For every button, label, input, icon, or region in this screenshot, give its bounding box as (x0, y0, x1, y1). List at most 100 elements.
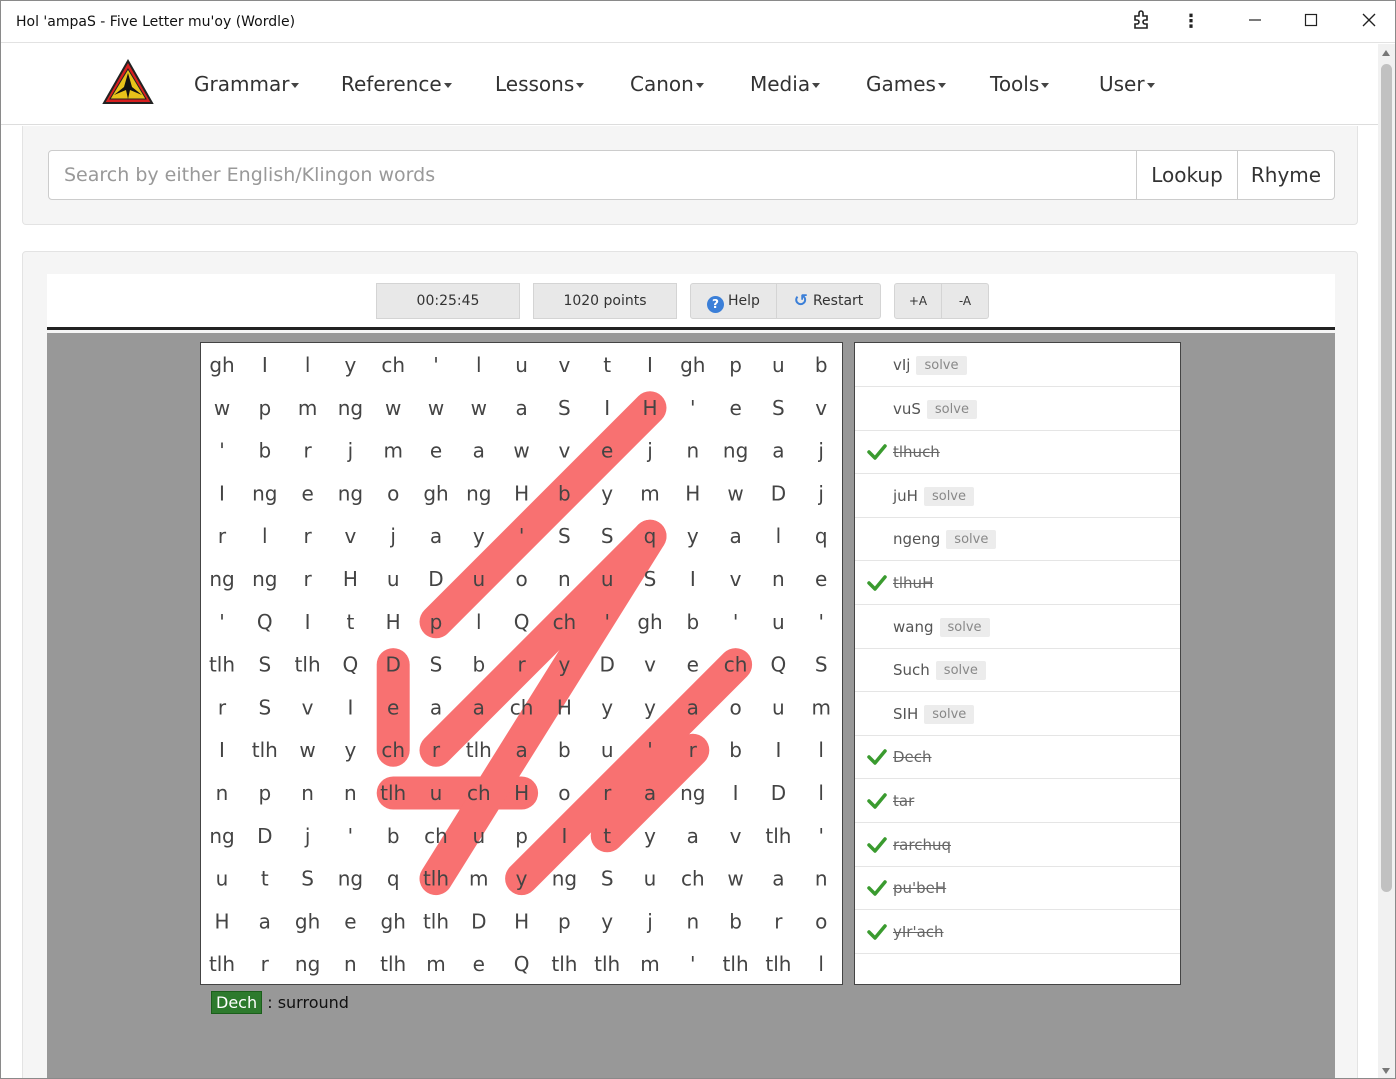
grid-letter[interactable]: y (644, 695, 656, 719)
grid-letter[interactable]: ' (219, 439, 225, 463)
grid-letter[interactable]: ng (338, 867, 363, 891)
grid-letter[interactable]: r (603, 781, 612, 805)
grid-letter[interactable]: a (515, 738, 527, 762)
grid-letter[interactable]: n (558, 567, 571, 591)
grid-letter[interactable]: q (387, 867, 400, 891)
grid-letter[interactable]: j (646, 439, 653, 463)
close-icon[interactable] (1356, 9, 1382, 35)
grid-letter[interactable]: ng (723, 439, 748, 463)
nav-reference[interactable]: Reference (341, 72, 452, 96)
grid-letter[interactable]: ch (510, 695, 534, 719)
grid-letter[interactable]: ch (467, 781, 491, 805)
scroll-down-icon[interactable] (1382, 1068, 1390, 1074)
grid-letter[interactable]: tlh (423, 909, 449, 933)
grid-letter[interactable]: l (476, 610, 482, 634)
grid-letter[interactable]: o (729, 695, 741, 719)
solve-button[interactable]: solve (916, 356, 967, 375)
grid-letter[interactable]: tlh (466, 738, 492, 762)
grid-letter[interactable]: b (558, 481, 571, 505)
grid-letter[interactable]: ng (209, 567, 234, 591)
grid-letter[interactable]: e (344, 909, 356, 933)
grid-letter[interactable]: b (472, 653, 485, 677)
grid-letter[interactable]: l (776, 524, 782, 548)
grid-letter[interactable]: a (644, 781, 656, 805)
grid-letter[interactable]: gh (680, 353, 705, 377)
grid-letter[interactable]: tlh (252, 738, 278, 762)
grid-letter[interactable]: S (430, 653, 443, 677)
nav-lessons[interactable]: Lessons (495, 72, 585, 96)
grid-letter[interactable]: l (818, 781, 824, 805)
grid-letter[interactable]: r (218, 524, 227, 548)
grid-letter[interactable]: H (514, 781, 529, 805)
grid-letter[interactable]: y (473, 524, 485, 548)
grid-letter[interactable]: p (430, 610, 443, 634)
grid-letter[interactable]: I (561, 824, 567, 848)
grid-letter[interactable]: t (603, 353, 611, 377)
grid-letter[interactable]: ng (209, 824, 234, 848)
grid-letter[interactable]: o (558, 781, 570, 805)
grid-letter[interactable]: r (689, 738, 698, 762)
grid-letter[interactable]: ng (552, 867, 577, 891)
grid-letter[interactable]: e (473, 952, 485, 976)
grid-letter[interactable]: b (815, 353, 828, 377)
grid-letter[interactable]: b (387, 824, 400, 848)
grid-letter[interactable]: w (727, 867, 743, 891)
nav-canon[interactable]: Canon (630, 72, 704, 96)
grid-letter[interactable]: tlh (765, 952, 791, 976)
help-button[interactable]: ? Help (690, 283, 777, 319)
nav-media[interactable]: Media (750, 72, 821, 96)
grid-letter[interactable]: w (471, 396, 487, 420)
grid-letter[interactable]: l (476, 353, 482, 377)
search-input[interactable]: Search by either English/Klingon words (48, 150, 1137, 200)
grid-letter[interactable]: v (302, 695, 314, 719)
grid-letter[interactable]: e (729, 396, 741, 420)
grid-letter[interactable]: p (258, 781, 271, 805)
grid-letter[interactable]: ch (381, 738, 405, 762)
grid-letter[interactable]: o (387, 481, 399, 505)
grid-letter[interactable]: r (432, 738, 441, 762)
grid-letter[interactable]: a (473, 695, 485, 719)
grid-letter[interactable]: tlh (423, 867, 449, 891)
grid-letter[interactable]: a (473, 439, 485, 463)
grid-letter[interactable]: w (214, 396, 230, 420)
grid-letter[interactable]: t (261, 867, 269, 891)
grid-letter[interactable]: I (219, 481, 225, 505)
grid-letter[interactable]: S (815, 653, 828, 677)
grid-letter[interactable]: w (385, 396, 401, 420)
grid-letter[interactable]: Q (771, 653, 787, 677)
grid-letter[interactable]: S (301, 867, 314, 891)
grid-letter[interactable]: S (558, 396, 571, 420)
grid-letter[interactable]: l (818, 738, 824, 762)
grid-letter[interactable]: r (261, 952, 270, 976)
nav-tools[interactable]: Tools (990, 72, 1050, 96)
solve-button[interactable]: solve (935, 661, 986, 681)
grid-letter[interactable]: b (729, 909, 742, 933)
grid-letter[interactable]: n (344, 952, 357, 976)
grid-letter[interactable]: H (514, 481, 529, 505)
grid-letter[interactable]: j (389, 524, 396, 548)
more-options-icon[interactable]: ⋮ (1178, 9, 1204, 35)
grid-letter[interactable]: S (644, 567, 657, 591)
word-search-grid[interactable]: gh Il y ch ' l u v t Igh p u b w p m ng w w w a S I H ' e Sv ' b r j m e… (200, 342, 843, 985)
nav-grammar[interactable]: Grammar (194, 72, 300, 96)
grid-letter[interactable]: r (218, 695, 227, 719)
grid-letter[interactable]: b (729, 738, 742, 762)
grid-letter[interactable]: u (430, 781, 443, 805)
grid-letter[interactable]: l (305, 353, 311, 377)
grid-letter[interactable]: H (557, 695, 572, 719)
grid-letter[interactable]: tlh (295, 653, 321, 677)
grid-letter[interactable]: v (344, 524, 356, 548)
grid-letter[interactable]: I (733, 781, 739, 805)
grid-letter[interactable]: e (430, 439, 442, 463)
grid-letter[interactable]: w (428, 396, 444, 420)
grid-letter[interactable]: H (214, 909, 229, 933)
grid-letter[interactable]: p (558, 909, 571, 933)
grid-letter[interactable]: ng (338, 481, 363, 505)
font-decrease-button[interactable]: -A (941, 283, 989, 319)
grid-letter[interactable]: j (646, 909, 653, 933)
grid-letter[interactable]: D (385, 653, 400, 677)
solve-button[interactable]: solve (924, 704, 975, 724)
grid-letter[interactable]: q (815, 524, 828, 548)
grid-letter[interactable]: r (517, 653, 526, 677)
font-increase-button[interactable]: +A (894, 283, 942, 319)
